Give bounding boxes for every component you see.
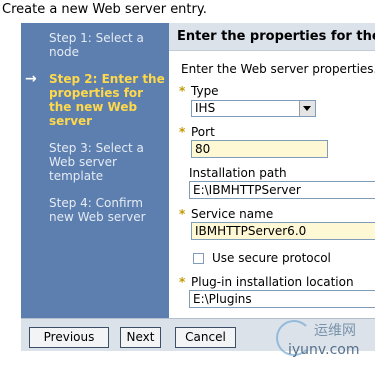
required-marker: *: [179, 125, 186, 139]
content-header: Enter the properties for the new Web ser…: [169, 23, 375, 51]
page-description: Create a new Web server entry.: [2, 2, 207, 17]
plugin-location-label: Plug-in installation location: [191, 275, 354, 289]
port-label: Port: [191, 125, 215, 139]
secure-protocol-label: Use secure protocol: [212, 251, 331, 265]
type-select-value: IHS: [195, 101, 216, 115]
type-label: Type: [191, 84, 219, 98]
watermark-url: iyunv.com: [288, 342, 360, 358]
current-step-arrow-icon: →: [25, 71, 37, 87]
secure-protocol-checkbox[interactable]: [193, 253, 204, 264]
installation-path-label: Installation path: [189, 166, 287, 180]
wizard-content: Enter the properties for the new Web ser…: [169, 23, 375, 318]
required-marker: *: [179, 207, 186, 221]
required-marker: *: [179, 275, 186, 289]
intro-text: Enter the Web server properties.: [181, 62, 375, 76]
watermark-text: 运维网: [314, 323, 356, 339]
content-header-title: Enter the properties for the new Web ser…: [177, 29, 375, 44]
type-select[interactable]: IHS: [191, 100, 316, 117]
step-3-label: Step 3: Select a Web server template: [49, 141, 144, 183]
required-marker: *: [179, 84, 186, 98]
previous-button[interactable]: Previous: [29, 327, 109, 348]
wizard-page: Create a new Web server entry. Step 1: S…: [0, 0, 375, 366]
port-input[interactable]: 80: [191, 140, 328, 158]
installation-path-input[interactable]: E:\IBMHTTPServer: [189, 181, 375, 199]
step-1-label: Step 1: Select a node: [49, 31, 144, 59]
step-2-label: Step 2: Enter the properties for the new…: [49, 72, 165, 128]
wizard-panel: Step 1: Select a node → Step 2: Enter th…: [21, 23, 375, 351]
wizard-steps-sidebar: Step 1: Select a node → Step 2: Enter th…: [21, 23, 169, 318]
cancel-button[interactable]: Cancel: [175, 327, 236, 348]
service-name-input[interactable]: IBMHTTPServer6.0: [191, 222, 375, 240]
chevron-down-icon: [303, 106, 311, 111]
dropdown-arrow-button[interactable]: [299, 101, 315, 116]
plugin-location-input[interactable]: E:\Plugins: [189, 290, 375, 308]
watermark-logo: 运维网 iyunv.com: [268, 318, 375, 366]
service-name-label: Service name: [191, 207, 274, 221]
next-button[interactable]: Next: [120, 327, 161, 348]
step-4-label: Step 4: Confirm new Web server: [49, 196, 146, 224]
